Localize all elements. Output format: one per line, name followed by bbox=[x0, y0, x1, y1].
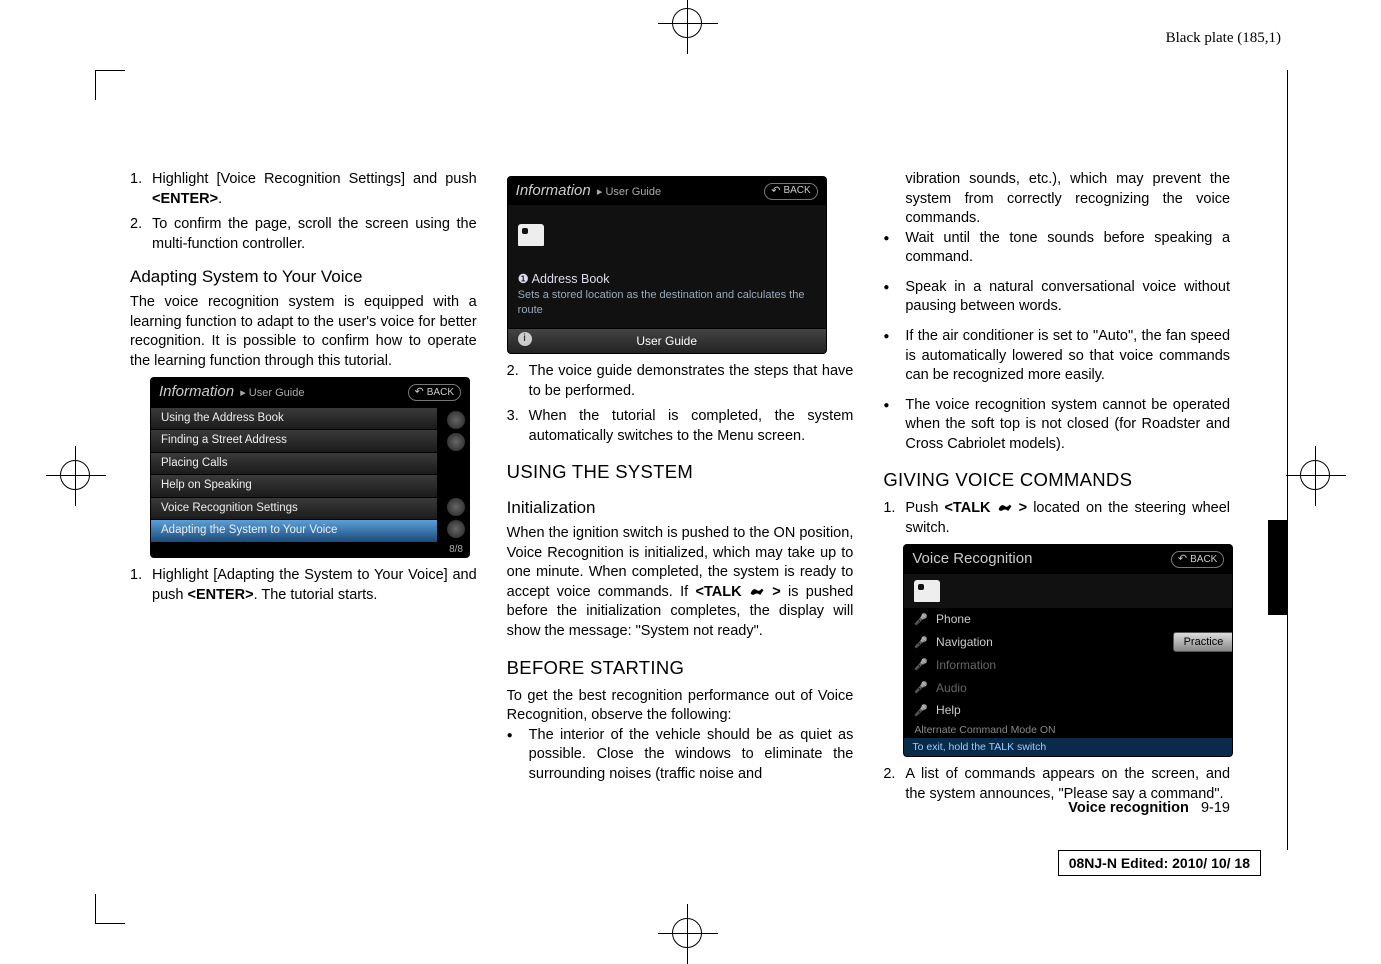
vehicle-icon bbox=[914, 580, 940, 602]
scroll-indicator bbox=[447, 433, 465, 451]
crop-mark bbox=[95, 894, 125, 924]
list-item: ●Speak in a natural conversational voice… bbox=[883, 278, 1230, 317]
paragraph: When the ignition switch is pushed to th… bbox=[507, 524, 854, 641]
list-item: 2.To confirm the page, scroll the screen… bbox=[130, 215, 477, 254]
screenshot-address-book: Information ▸ User Guide BACK ❶ Address … bbox=[507, 176, 827, 354]
list-item: ●The interior of the vehicle should be a… bbox=[507, 726, 854, 785]
list-item: 1.Highlight [Adapting the System to Your… bbox=[130, 566, 477, 605]
scroll-down-button[interactable] bbox=[447, 520, 465, 538]
list-item: 1.Push <TALK > located on the steering w… bbox=[883, 499, 1230, 538]
list-item: 2.A list of commands appears on the scre… bbox=[883, 765, 1230, 804]
mic-icon bbox=[914, 611, 928, 628]
plate-label: Black plate (185,1) bbox=[1166, 30, 1281, 47]
crop-mark bbox=[1287, 70, 1288, 850]
mic-icon bbox=[914, 634, 928, 651]
page-indicator: 8/8 bbox=[151, 542, 469, 558]
scroll-indicator bbox=[447, 498, 465, 516]
heading-using-system: USING THE SYSTEM bbox=[507, 460, 854, 485]
registration-mark-bottom bbox=[672, 918, 702, 948]
scroll-up-button[interactable] bbox=[447, 411, 465, 429]
screenshot-heading: ❶ Address Book bbox=[518, 271, 816, 288]
mic-icon bbox=[914, 679, 928, 696]
paragraph: To get the best recognition performance … bbox=[507, 687, 854, 726]
heading-adapting: Adapting System to Your Voice bbox=[130, 266, 477, 289]
crop-mark bbox=[95, 70, 125, 100]
menu-item[interactable]: Help on Speaking bbox=[151, 474, 437, 497]
paragraph-continuation: vibration sounds, etc.), which may preve… bbox=[883, 170, 1230, 229]
talk-icon bbox=[749, 585, 765, 597]
menu-item[interactable]: Using the Address Book bbox=[151, 407, 437, 430]
back-button[interactable]: BACK bbox=[408, 384, 461, 401]
voice-menu-item[interactable]: Audio bbox=[904, 676, 1232, 699]
menu-item-selected[interactable]: Adapting the System to Your Voice bbox=[151, 519, 437, 542]
paragraph: The voice recognition system is equipped… bbox=[130, 293, 477, 371]
heading-initialization: Initialization bbox=[507, 497, 854, 520]
list-item: 1.Highlight [Voice Recognition Settings]… bbox=[130, 170, 477, 209]
column-1: 1.Highlight [Voice Recognition Settings]… bbox=[130, 170, 477, 810]
heading-giving-voice-commands: GIVING VOICE COMMANDS bbox=[883, 468, 1230, 493]
voice-footer-hint: To exit, hold the TALK switch bbox=[904, 738, 1232, 756]
list-item: ●If the air conditioner is set to "Auto"… bbox=[883, 327, 1230, 386]
back-button[interactable]: BACK bbox=[764, 183, 817, 200]
talk-icon bbox=[997, 501, 1013, 513]
column-2: Information ▸ User Guide BACK ❶ Address … bbox=[507, 170, 854, 810]
page-content: 1.Highlight [Voice Recognition Settings]… bbox=[130, 170, 1230, 810]
menu-item[interactable]: Placing Calls bbox=[151, 452, 437, 475]
voice-mode-label: Alternate Command Mode ON bbox=[904, 722, 1232, 738]
info-icon: i bbox=[518, 332, 532, 346]
list-item: ●The voice recognition system cannot be … bbox=[883, 396, 1230, 455]
mic-icon bbox=[914, 656, 928, 673]
registration-mark-left bbox=[60, 460, 90, 490]
list-item: 2.The voice guide demonstrates the steps… bbox=[507, 362, 854, 401]
page-footer: Voice recognition 9-19 bbox=[130, 800, 1230, 816]
registration-mark-right bbox=[1300, 460, 1330, 490]
list-item: 3.When the tutorial is completed, the sy… bbox=[507, 407, 854, 446]
mic-icon bbox=[914, 702, 928, 719]
screenshot-footer: iUser Guide bbox=[508, 328, 826, 353]
practice-button[interactable]: Practice bbox=[1173, 632, 1234, 653]
edition-stamp: 08NJ-N Edited: 2010/ 10/ 18 bbox=[1058, 850, 1261, 876]
menu-item[interactable]: Voice Recognition Settings bbox=[151, 497, 437, 520]
screenshot-user-guide-list: Information ▸ User Guide BACK Using the … bbox=[150, 377, 470, 558]
voice-menu-item[interactable]: NavigationPractice bbox=[904, 631, 1232, 654]
voice-menu-item[interactable]: Information bbox=[904, 653, 1232, 676]
back-button[interactable]: BACK bbox=[1171, 551, 1224, 568]
screenshot-desc: Sets a stored location as the destinatio… bbox=[518, 288, 816, 318]
voice-menu-item[interactable]: Help bbox=[904, 699, 1232, 722]
vehicle-icon bbox=[518, 224, 544, 246]
list-item: ●Wait until the tone sounds before speak… bbox=[883, 229, 1230, 268]
voice-menu-item[interactable]: Phone bbox=[904, 608, 1232, 631]
screenshot-voice-recognition: Voice Recognition BACK Phone NavigationP… bbox=[903, 544, 1233, 757]
column-3: vibration sounds, etc.), which may preve… bbox=[883, 170, 1230, 810]
menu-item[interactable]: Finding a Street Address bbox=[151, 429, 437, 452]
registration-mark-top bbox=[672, 8, 702, 38]
thumb-tab bbox=[1268, 520, 1288, 615]
heading-before-starting: BEFORE STARTING bbox=[507, 656, 854, 681]
